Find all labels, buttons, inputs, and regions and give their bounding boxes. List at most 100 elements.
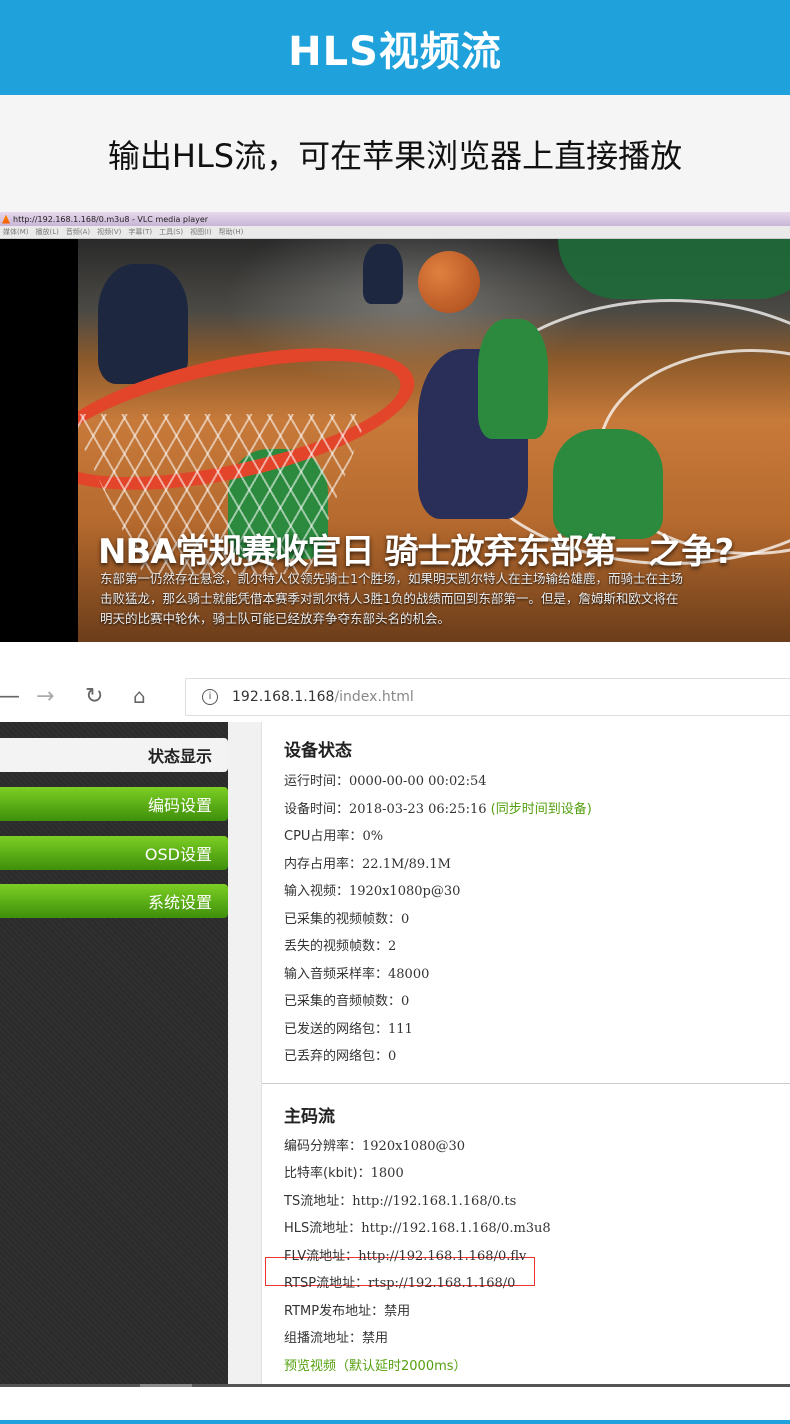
- url-host: 192.168.1.168: [232, 689, 335, 705]
- player-figure: [363, 244, 403, 304]
- url-path: /index.html: [334, 689, 414, 705]
- row-label: TS流地址：: [284, 1194, 353, 1209]
- sidebar-item-system[interactable]: 系统设置: [0, 884, 228, 918]
- status-row: 已采集的视频帧数：0: [284, 908, 409, 927]
- vlc-menu-subtitle[interactable]: 字幕(T): [128, 227, 152, 237]
- row-label: CPU占用率：: [284, 829, 363, 844]
- info-icon[interactable]: i: [202, 689, 218, 705]
- row-value[interactable]: rtsp://192.168.1.168/0: [368, 1276, 515, 1291]
- sidebar-item-label: 系统设置: [147, 893, 212, 912]
- status-row: CPU占用率：0%: [284, 825, 383, 844]
- status-row: 内存占用率：22.1M/89.1M: [284, 853, 451, 872]
- status-row: 已发送的网络包：111: [284, 1018, 413, 1037]
- sidebar-item-status[interactable]: 状态显示: [0, 738, 228, 772]
- refresh-icon[interactable]: ↻: [85, 684, 103, 709]
- device-status-title: 设备状态: [284, 741, 352, 761]
- row-label: RTMP发布地址：: [284, 1304, 385, 1319]
- row-value: 1920x1080p@30: [349, 884, 461, 899]
- row-label: 已采集的视频帧数：: [284, 912, 402, 927]
- footer-stripe: [0, 1420, 790, 1424]
- row-value[interactable]: http://192.168.1.168/0.ts: [352, 1194, 516, 1209]
- row-value: 22.1M/89.1M: [362, 857, 451, 872]
- sync-time-link[interactable]: (同步时间到设备): [491, 802, 592, 817]
- vlc-menubar: 媒体(M) 播放(L) 音频(A) 视频(V) 字幕(T) 工具(S) 视图(I…: [0, 226, 790, 239]
- row-value: 2018-03-23 06:25:16: [349, 802, 487, 817]
- status-row: 输入视频：1920x1080p@30: [284, 880, 460, 899]
- row-label: 比特率(kbit)：: [284, 1166, 371, 1181]
- row-value: 0: [401, 912, 410, 927]
- player-figure: [478, 319, 548, 439]
- player-figure: [98, 264, 188, 384]
- window-bottom-edge: [0, 1384, 790, 1387]
- status-row: 已丢弃的网络包：0: [284, 1045, 396, 1064]
- banner-title: HLS视频流: [288, 28, 502, 75]
- forward-icon[interactable]: →: [36, 684, 54, 709]
- row-label: 组播流地址：: [284, 1331, 363, 1346]
- address-bar[interactable]: i 192.168.1.168/index.html: [185, 678, 790, 716]
- row-label: 设备时间：: [284, 802, 350, 817]
- row-label: HLS流地址：: [284, 1221, 362, 1236]
- vlc-menu-video[interactable]: 视频(V): [97, 227, 121, 237]
- row-label: 运行时间：: [284, 774, 350, 789]
- row-label: 输入音频采样率：: [284, 967, 389, 982]
- status-row: 输入音频采样率：48000: [284, 963, 429, 982]
- stream-row: 组播流地址：禁用: [284, 1327, 388, 1346]
- video-caption: NBA常规赛收官日 骑士放弃东部第一之争?: [98, 532, 734, 572]
- stream-row: RTMP发布地址：禁用: [284, 1300, 410, 1319]
- sidebar: 状态显示 编码设置 OSD设置 系统设置: [0, 722, 228, 1384]
- sidebar-item-label: OSD设置: [144, 845, 212, 864]
- vlc-menu-help[interactable]: 帮助(H): [219, 227, 244, 237]
- status-row: 设备时间：2018-03-23 06:25:16 (同步时间到设备): [284, 798, 592, 817]
- row-label: 已发送的网络包：: [284, 1022, 389, 1037]
- stream-row: 编码分辨率：1920x1080@30: [284, 1135, 465, 1154]
- status-row: 丢失的视频帧数：2: [284, 935, 396, 954]
- sidebar-item-label: 编码设置: [147, 796, 212, 815]
- url-text[interactable]: 192.168.1.168/index.html: [232, 689, 414, 705]
- sidebar-item-encoding[interactable]: 编码设置: [0, 787, 228, 821]
- vlc-menu-audio[interactable]: 音频(A): [66, 227, 90, 237]
- row-value[interactable]: http://192.168.1.168/0.m3u8: [361, 1221, 550, 1236]
- vlc-menu-playback[interactable]: 播放(L): [36, 227, 59, 237]
- vlc-cone-icon: [2, 214, 10, 224]
- main-stream-title: 主码流: [284, 1107, 335, 1127]
- row-value: 0%: [362, 829, 384, 844]
- row-value[interactable]: http://192.168.1.168/0.flv: [358, 1249, 526, 1264]
- subheading-panel: 输出HLS流，可在苹果浏览器上直接播放: [0, 95, 790, 212]
- status-row: 已采集的音频帧数：0: [284, 990, 409, 1009]
- sidebar-item-osd[interactable]: OSD设置: [0, 836, 228, 870]
- video-frame[interactable]: NBA常规赛收官日 骑士放弃东部第一之争? 东部第一仍然存在悬念，凯尔特人仅领先…: [78, 239, 790, 642]
- row-value: 1920x1080@30: [362, 1139, 466, 1154]
- row-label: 内存占用率：: [284, 857, 363, 872]
- row-value: 111: [388, 1022, 413, 1037]
- player-figure: [553, 429, 663, 539]
- row-value: 0000-00-00 00:02:54: [349, 774, 487, 789]
- subheading: 输出HLS流，可在苹果浏览器上直接播放: [107, 136, 683, 175]
- vlc-menu-tools[interactable]: 工具(S): [159, 227, 183, 237]
- browser-toolbar: — → ↻ ⌂ i 192.168.1.168/index.html: [0, 674, 790, 722]
- row-label: 丢失的视频帧数：: [284, 939, 389, 954]
- vlc-menu-media[interactable]: 媒体(M): [3, 227, 29, 237]
- stream-row: RTSP流地址：rtsp://192.168.1.168/0: [284, 1272, 515, 1291]
- home-icon[interactable]: ⌂: [133, 684, 146, 708]
- row-label: 输入视频：: [284, 884, 350, 899]
- vlc-titlebar: http://192.168.1.168/0.m3u8 - VLC media …: [0, 212, 790, 226]
- browser-window: — → ↻ ⌂ i 192.168.1.168/index.html 状态显示 …: [0, 674, 790, 1424]
- court-logo-area: [558, 239, 790, 299]
- row-value: 禁用: [384, 1304, 411, 1319]
- vlc-menu-view[interactable]: 视图(I): [190, 227, 212, 237]
- row-value: 0: [401, 994, 410, 1009]
- row-label: FLV流地址：: [284, 1249, 359, 1264]
- video-description: 东部第一仍然存在悬念，凯尔特人仅领先骑士1个胜场，如果明天凯尔特人在主场输给雄鹿…: [100, 571, 683, 626]
- row-value: 禁用: [362, 1331, 389, 1346]
- row-label: 编码分辨率：: [284, 1139, 363, 1154]
- scrollbar-thumb[interactable]: [140, 1384, 192, 1387]
- section-divider: [262, 1083, 790, 1084]
- back-icon[interactable]: —: [0, 684, 20, 709]
- preview-video-link[interactable]: 预览视频（默认延时2000ms）: [284, 1355, 467, 1374]
- status-content: 设备状态 运行时间：0000-00-00 00:02:54 设备时间：2018-…: [262, 722, 790, 1384]
- content-gutter: [228, 722, 262, 1384]
- stream-row: HLS流地址：http://192.168.1.168/0.m3u8: [284, 1217, 551, 1236]
- basketball: [418, 251, 480, 313]
- status-row: 运行时间：0000-00-00 00:02:54: [284, 770, 487, 789]
- row-value: 0: [388, 1049, 397, 1064]
